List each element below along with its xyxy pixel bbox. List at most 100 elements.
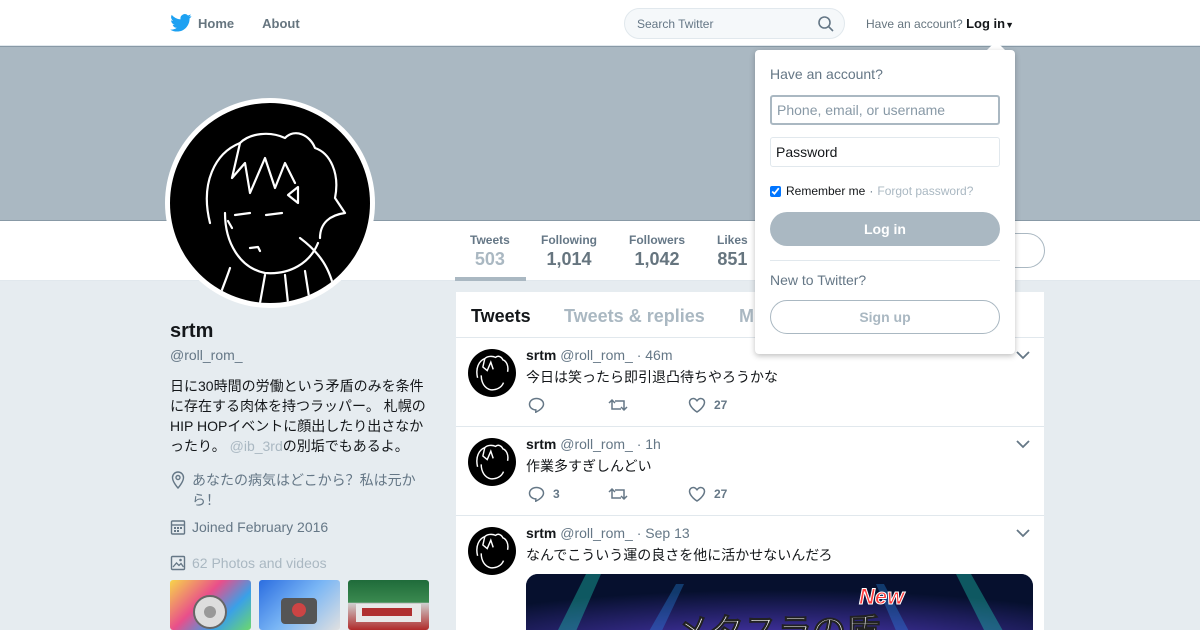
tweet-author-handle[interactable]: @roll_rom_ xyxy=(560,525,633,541)
tweet-avatar[interactable] xyxy=(468,527,516,575)
tweet-author-name[interactable]: srtm xyxy=(526,525,556,541)
tweet-header: srtm @roll_rom_ · 46m xyxy=(526,347,673,363)
joined-text: Joined February 2016 xyxy=(192,519,329,535)
bio-suffix: の別垢でもあるよ。 xyxy=(282,438,409,454)
reply-count: 3 xyxy=(553,487,560,501)
tweet-author-handle[interactable]: @roll_rom_ xyxy=(560,436,633,452)
username-field[interactable] xyxy=(770,95,1000,125)
avatar-illustration xyxy=(476,355,509,391)
forgot-password-link[interactable]: Forgot password? xyxy=(877,184,973,198)
nav-left-group: Home About xyxy=(170,0,328,46)
login-toggle-label: Log in xyxy=(966,16,1006,31)
signup-button[interactable]: Sign up xyxy=(770,300,1000,334)
photos-link[interactable]: 62 Photos and videos xyxy=(170,553,430,573)
top-navigation: Home About Search Twitter Have an accoun… xyxy=(0,0,1200,46)
profile-name[interactable]: srtm xyxy=(170,320,213,343)
retweet-button[interactable] xyxy=(608,397,636,413)
nav-home-label: Home xyxy=(198,15,235,31)
search-icon[interactable] xyxy=(818,16,834,32)
tweet-text: 今日は笑ったら即引退凸待ちやろうかな xyxy=(526,369,778,385)
profile-location: あなたの病気はどこから？私は元から！ xyxy=(170,470,430,510)
retweet-icon xyxy=(608,487,628,501)
chevron-down-icon[interactable] xyxy=(1016,350,1030,360)
active-stat-underline xyxy=(455,277,526,281)
stat-label: Tweets xyxy=(470,233,510,247)
media-text: メタスラの盾 xyxy=(676,604,881,630)
account-prompt-text: Have an account? xyxy=(866,17,963,31)
stat-tweets[interactable]: Tweets 503 xyxy=(470,233,510,270)
stat-value: 503 xyxy=(474,249,505,269)
tweet-timestamp[interactable]: · Sep 13 xyxy=(637,525,690,541)
tweet-avatar[interactable] xyxy=(468,349,516,397)
stat-followers[interactable]: Followers 1,042 xyxy=(629,233,685,270)
stat-value: 851 xyxy=(717,249,748,269)
new-to-twitter-text: New to Twitter? xyxy=(770,272,867,288)
thumbnail-art xyxy=(193,595,227,629)
login-button[interactable]: Log in xyxy=(770,212,1000,246)
profile-avatar[interactable] xyxy=(165,98,375,308)
photo-thumbnail[interactable] xyxy=(259,580,340,630)
stat-following[interactable]: Following 1,014 xyxy=(541,233,597,270)
thumbnail-art xyxy=(356,604,421,622)
account-prompt: Have an account? Log in▼ xyxy=(866,16,1014,31)
dropdown-divider xyxy=(770,260,1000,261)
remember-checkbox[interactable] xyxy=(770,185,781,197)
profile-joined: Joined February 2016 xyxy=(170,517,430,537)
password-field[interactable] xyxy=(770,137,1000,167)
heart-icon xyxy=(688,397,706,413)
chevron-down-icon[interactable] xyxy=(1016,528,1030,538)
tweet-media[interactable]: New メタスラの盾 xyxy=(526,574,1033,630)
remember-row: Remember me · Forgot password? xyxy=(770,184,973,198)
search-placeholder: Search Twitter xyxy=(637,17,714,31)
login-toggle[interactable]: Log in▼ xyxy=(966,16,1014,31)
reply-button[interactable] xyxy=(528,397,553,413)
avatar-image xyxy=(170,103,370,303)
tab-tweets[interactable]: Tweets xyxy=(471,306,531,327)
tab-media[interactable]: M xyxy=(739,306,754,327)
reply-icon xyxy=(528,486,545,502)
tab-tweets-and-replies[interactable]: Tweets & replies xyxy=(564,306,705,327)
retweet-icon xyxy=(608,398,628,412)
like-button[interactable]: 27 xyxy=(688,397,727,413)
tweet[interactable]: srtm @roll_rom_ · Sep 13 なんでこういう運の良さを他に活… xyxy=(456,516,1044,630)
heart-icon xyxy=(688,486,706,502)
dropdown-caret xyxy=(987,41,1005,50)
location-text: あなたの病気はどこから？私は元から！ xyxy=(192,472,416,508)
remember-label: Remember me xyxy=(786,184,866,198)
stat-value: 1,014 xyxy=(546,249,592,269)
tweet-text: なんでこういう運の良さを他に活かせないんだろ xyxy=(526,547,833,563)
photos-label: 62 Photos and videos xyxy=(192,555,327,571)
tweet[interactable]: srtm @roll_rom_ · 1h 作業多すぎしんどい 3 27 xyxy=(456,427,1044,516)
reply-button[interactable]: 3 xyxy=(528,486,560,502)
avatar-illustration xyxy=(476,533,509,569)
tweet-author-handle[interactable]: @roll_rom_ xyxy=(560,347,633,363)
avatar-illustration xyxy=(205,132,347,303)
caret-down-icon: ▼ xyxy=(1005,20,1014,30)
profile-handle[interactable]: @roll_rom_ xyxy=(170,347,243,363)
location-pin-icon xyxy=(171,471,185,489)
reply-icon xyxy=(528,397,545,413)
avatar-illustration xyxy=(476,444,509,480)
retweet-button[interactable] xyxy=(608,486,636,502)
tweet-author-name[interactable]: srtm xyxy=(526,347,556,363)
calendar-icon xyxy=(170,520,186,535)
tweet-author-name[interactable]: srtm xyxy=(526,436,556,452)
image-icon xyxy=(170,555,186,571)
stat-label: Likes xyxy=(717,233,748,247)
tweet-timestamp[interactable]: · 1h xyxy=(637,436,661,452)
twitter-bird-icon xyxy=(170,14,192,32)
nav-about[interactable]: About xyxy=(262,16,300,31)
tweet-header: srtm @roll_rom_ · Sep 13 xyxy=(526,525,690,541)
chevron-down-icon[interactable] xyxy=(1016,439,1030,449)
stat-likes[interactable]: Likes 851 xyxy=(717,233,748,270)
photo-thumbnail[interactable] xyxy=(170,580,251,630)
like-button[interactable]: 27 xyxy=(688,486,727,502)
thumbnail-art xyxy=(281,598,317,624)
tweet-timestamp[interactable]: · 46m xyxy=(637,347,673,363)
search-input[interactable]: Search Twitter xyxy=(624,8,845,39)
bio-mention-link[interactable]: @ib_3rd xyxy=(230,438,283,454)
tweet-header: srtm @roll_rom_ · 1h xyxy=(526,436,661,452)
photo-thumbnail[interactable] xyxy=(348,580,429,630)
nav-home[interactable]: Home xyxy=(170,14,234,32)
tweet-avatar[interactable] xyxy=(468,438,516,486)
